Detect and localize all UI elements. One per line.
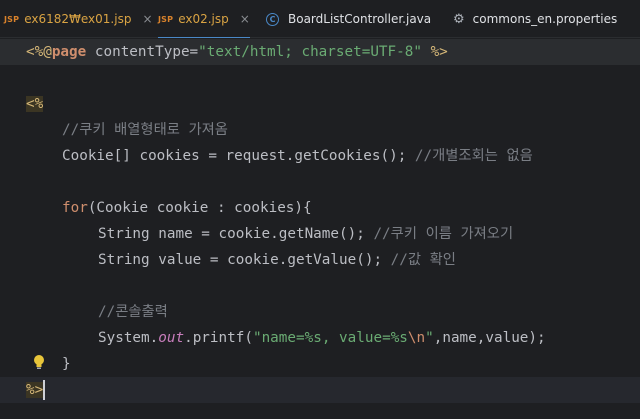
- code-text: (Cookie cookie : cookies){: [87, 200, 312, 216]
- code-editor[interactable]: <%@page contentType="text/html; charset=…: [0, 38, 640, 419]
- directive-keyword: page: [51, 44, 87, 60]
- escape-sequence: \n: [407, 330, 426, 346]
- close-icon[interactable]: ×: [142, 12, 152, 26]
- string-literal: "name=%s, value=%s: [252, 330, 408, 346]
- static-field: out: [158, 330, 185, 346]
- code-comment: //쿠키 배열형태로 가져옴: [62, 122, 228, 138]
- string-literal-end: ": [425, 330, 434, 346]
- directive-attribute: contentType=: [86, 44, 199, 60]
- scriptlet-open: <%: [26, 96, 44, 112]
- code-line-8: String name = cookie.getName(); //쿠키 이름 …: [0, 221, 640, 247]
- code-comment: //콘솔출력: [98, 304, 168, 320]
- jsp-file-icon: JSP: [158, 14, 174, 24]
- code-line-11: //콘솔출력: [0, 299, 640, 325]
- code-comment: //값 확인: [390, 252, 456, 268]
- code-line-3: <%: [0, 91, 640, 117]
- jsp-directive-close: %>: [421, 44, 448, 60]
- code-comment: //개별조회는 없음: [414, 148, 533, 164]
- tab-label: commons_en.properties: [472, 12, 618, 26]
- java-class-icon: C: [266, 12, 279, 26]
- text-caret: [43, 380, 45, 400]
- scriptlet-close: %>: [26, 382, 44, 398]
- code-text: .printf(: [184, 330, 253, 346]
- gear-icon: ⚙: [453, 11, 465, 27]
- tab-label: BoardListController.java: [288, 12, 432, 26]
- directive-value: "text/html; charset=UTF-8": [198, 44, 422, 60]
- code-line-5: Cookie[] cookies = request.getCookies();…: [0, 143, 640, 169]
- jsp-directive-open: <%@: [26, 44, 52, 60]
- code-line-12: System.out.printf("name=%s, value=%s\n",…: [0, 325, 640, 351]
- jsp-file-icon: JSP: [4, 14, 20, 24]
- code-comment: //쿠키 이름 가져오기: [373, 226, 514, 242]
- code-line-7: for(Cookie cookie : cookies){: [0, 195, 640, 221]
- lightbulb-icon[interactable]: [33, 354, 45, 370]
- code-text: String name = cookie.getName();: [98, 226, 374, 242]
- tab-boardlistcontroller-java[interactable]: C BoardListController.java: [266, 0, 431, 38]
- code-text: ,name,value);: [433, 330, 546, 346]
- tab-label: ex02.jsp: [178, 12, 229, 26]
- tab-commons-en-properties[interactable]: ⚙ commons_en.properties: [453, 0, 617, 38]
- closing-brace: }: [62, 356, 71, 372]
- code-line-9: String value = cookie.getValue(); //값 확인: [0, 247, 640, 273]
- code-line-13: }: [0, 351, 640, 377]
- for-keyword: for: [62, 200, 88, 216]
- code-line-4: //쿠키 배열형태로 가져옴: [0, 117, 640, 143]
- code-text: String value = cookie.getValue();: [98, 252, 391, 268]
- code-text: System.: [98, 330, 159, 346]
- tab-ex02-jsp[interactable]: JSP ex02.jsp ×: [158, 0, 250, 39]
- code-line-14: %>: [0, 377, 640, 403]
- close-icon[interactable]: ×: [240, 12, 250, 26]
- tab-ex01-jsp[interactable]: JSP ex6182₩ex01.jsp ×: [4, 0, 153, 38]
- tab-label: ex6182₩ex01.jsp: [24, 12, 132, 26]
- editor-tab-bar: JSP ex6182₩ex01.jsp × JSP ex02.jsp × C B…: [0, 0, 640, 39]
- code-text: Cookie[] cookies = request.getCookies();: [62, 148, 415, 164]
- code-line-1: <%@page contentType="text/html; charset=…: [0, 39, 640, 65]
